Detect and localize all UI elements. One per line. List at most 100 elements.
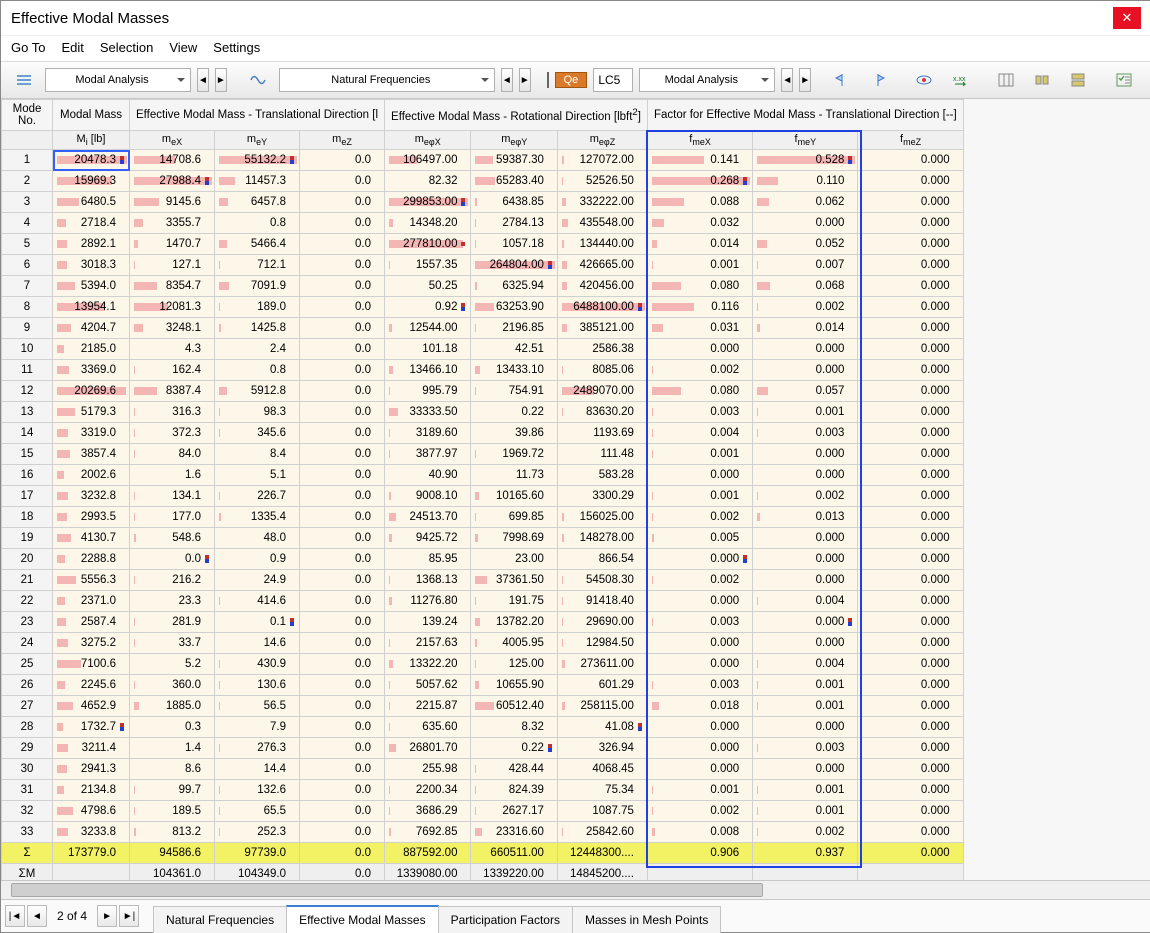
cell[interactable]: 0.268: [647, 171, 752, 192]
cell[interactable]: 5394.0: [53, 276, 130, 297]
cell[interactable]: 0.004: [647, 423, 752, 444]
cell[interactable]: 0.002: [647, 570, 752, 591]
cell[interactable]: 316.3: [130, 402, 215, 423]
cell[interactable]: 5057.62: [385, 675, 471, 696]
cell[interactable]: 98.3: [215, 402, 300, 423]
cell[interactable]: 23.3: [130, 591, 215, 612]
mode-cell[interactable]: 22: [2, 591, 53, 612]
cell[interactable]: 84.0: [130, 444, 215, 465]
cell[interactable]: 1057.18: [471, 234, 557, 255]
mode-cell[interactable]: 2: [2, 171, 53, 192]
mode-cell[interactable]: 25: [2, 654, 53, 675]
cell[interactable]: 0.000: [858, 612, 963, 633]
menu-edit[interactable]: Edit: [61, 40, 83, 55]
cell[interactable]: 420456.00: [557, 276, 647, 297]
cell[interactable]: 0.000: [753, 213, 858, 234]
cell[interactable]: 0.000: [647, 339, 752, 360]
cell[interactable]: 0.0: [300, 360, 385, 381]
cell[interactable]: 0.141: [647, 150, 752, 171]
summary-cell[interactable]: 173779.0: [53, 843, 130, 864]
cell[interactable]: 9145.6: [130, 192, 215, 213]
cell[interactable]: 55132.2: [215, 150, 300, 171]
cell[interactable]: 4798.6: [53, 801, 130, 822]
cell[interactable]: 3232.8: [53, 486, 130, 507]
cell[interactable]: 0.110: [753, 171, 858, 192]
col-f_meZ[interactable]: fmeZ: [858, 131, 963, 150]
mode-cell[interactable]: 15: [2, 444, 53, 465]
cell[interactable]: 11457.3: [215, 171, 300, 192]
cell[interactable]: 0.000: [753, 549, 858, 570]
cell[interactable]: 0.008: [647, 822, 752, 843]
cell[interactable]: 2196.85: [471, 318, 557, 339]
cell[interactable]: 0.000: [858, 444, 963, 465]
cell[interactable]: 0.000: [753, 633, 858, 654]
horizontal-scrollbar[interactable]: [1, 880, 1150, 899]
mode-cell[interactable]: 33: [2, 822, 53, 843]
cell[interactable]: 125.00: [471, 654, 557, 675]
cell[interactable]: 2892.1: [53, 234, 130, 255]
cell[interactable]: 1.6: [130, 465, 215, 486]
cell[interactable]: 0.000: [858, 423, 963, 444]
cell[interactable]: 189.0: [215, 297, 300, 318]
cell[interactable]: 0.080: [647, 381, 752, 402]
cell[interactable]: 65.5: [215, 801, 300, 822]
cell[interactable]: 83630.20: [557, 402, 647, 423]
cell[interactable]: 5466.4: [215, 234, 300, 255]
cell[interactable]: 430.9: [215, 654, 300, 675]
cell[interactable]: 3211.4: [53, 738, 130, 759]
summary-cell[interactable]: [647, 864, 752, 880]
result-dropdown[interactable]: Natural Frequencies: [279, 68, 495, 92]
cell[interactable]: 60512.40: [471, 696, 557, 717]
cell[interactable]: 0.001: [647, 255, 752, 276]
cell[interactable]: 0.000: [858, 171, 963, 192]
cell[interactable]: 3355.7: [130, 213, 215, 234]
pager-first-button[interactable]: |◄: [5, 905, 25, 927]
loadcase-field[interactable]: LC5: [593, 68, 633, 92]
cell[interactable]: 0.001: [753, 780, 858, 801]
cell[interactable]: 1732.7: [53, 717, 130, 738]
col-M_i [lb][interactable]: Mi [lb]: [53, 131, 130, 150]
cell[interactable]: 255.98: [385, 759, 471, 780]
cell[interactable]: 9425.72: [385, 528, 471, 549]
cell[interactable]: 0.000: [858, 381, 963, 402]
cell[interactable]: 2993.5: [53, 507, 130, 528]
layout1-icon[interactable]: [1027, 68, 1057, 92]
cell[interactable]: 414.6: [215, 591, 300, 612]
tab-effective-modal-masses[interactable]: Effective Modal Masses: [286, 905, 439, 933]
flag-right-icon[interactable]: [863, 68, 893, 92]
cell[interactable]: 0.000: [858, 486, 963, 507]
cell[interactable]: 332222.00: [557, 192, 647, 213]
cell[interactable]: 101.18: [385, 339, 471, 360]
cell[interactable]: 3018.3: [53, 255, 130, 276]
summary-cell[interactable]: 12448300....: [557, 843, 647, 864]
cell[interactable]: 0.000: [858, 822, 963, 843]
cell[interactable]: 0.003: [647, 612, 752, 633]
cell[interactable]: 39.86: [471, 423, 557, 444]
cell[interactable]: 14348.20: [385, 213, 471, 234]
cell[interactable]: 435548.00: [557, 213, 647, 234]
cell[interactable]: 824.39: [471, 780, 557, 801]
cell[interactable]: 156025.00: [557, 507, 647, 528]
cell[interactable]: 162.4: [130, 360, 215, 381]
cell[interactable]: 2157.63: [385, 633, 471, 654]
cell[interactable]: 0.000: [647, 633, 752, 654]
cell[interactable]: 4.3: [130, 339, 215, 360]
menu-view[interactable]: View: [169, 40, 197, 55]
cell[interactable]: 0.0: [300, 801, 385, 822]
cell[interactable]: 3877.97: [385, 444, 471, 465]
cell[interactable]: 0.000: [753, 528, 858, 549]
cell[interactable]: 20478.3: [53, 150, 130, 171]
cell[interactable]: 3275.2: [53, 633, 130, 654]
cell[interactable]: 5.2: [130, 654, 215, 675]
cell[interactable]: 0.3: [130, 717, 215, 738]
cell[interactable]: 189.5: [130, 801, 215, 822]
cell[interactable]: 0.000: [858, 318, 963, 339]
cell[interactable]: 548.6: [130, 528, 215, 549]
cell[interactable]: 13954.1: [53, 297, 130, 318]
summary-cell[interactable]: [858, 864, 963, 880]
summary-cell[interactable]: 0.906: [647, 843, 752, 864]
cell[interactable]: 4068.45: [557, 759, 647, 780]
cell[interactable]: 127072.00: [557, 150, 647, 171]
cell[interactable]: 139.24: [385, 612, 471, 633]
cell[interactable]: 0.001: [647, 486, 752, 507]
